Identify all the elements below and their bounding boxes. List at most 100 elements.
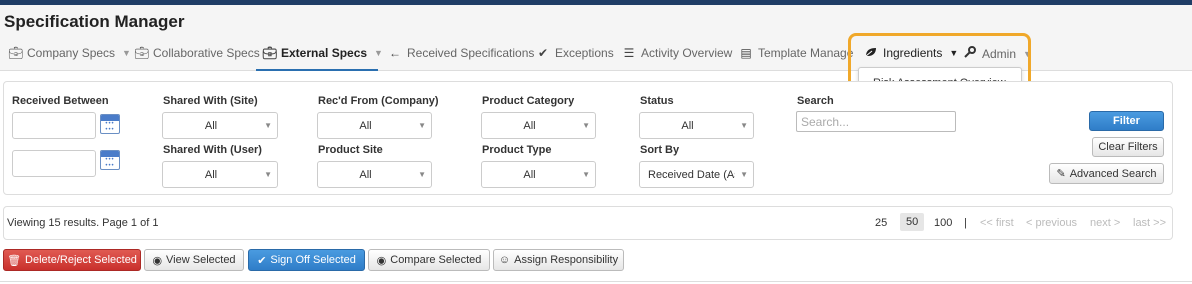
button-label: Assign Responsibility bbox=[514, 254, 619, 266]
eye-icon: ◉ bbox=[376, 254, 387, 267]
calendar-icon[interactable]: ••• ••• bbox=[100, 114, 120, 134]
results-bar: Viewing 15 results. Page 1 of 1 25 50 10… bbox=[3, 206, 1173, 240]
nav-company-specs[interactable]: 💼︎ Company Specs ▼ bbox=[8, 46, 131, 60]
caret-down-icon: ▼ bbox=[949, 48, 959, 58]
button-label: Filter bbox=[1113, 115, 1140, 127]
select-value: Received Date (Asc bbox=[648, 169, 735, 181]
sort-by-label: Sort By bbox=[640, 144, 680, 156]
page-size-100[interactable]: 100 bbox=[934, 217, 952, 229]
nav-label: Activity Overview bbox=[641, 46, 733, 60]
product-category-select[interactable]: All ▼ bbox=[481, 112, 596, 139]
received-to-date-input[interactable] bbox=[12, 150, 96, 177]
nav-label: Collaborative Specs bbox=[153, 46, 260, 60]
delete-reject-selected-button[interactable]: 🗑︎ Delete/Reject Selected bbox=[3, 249, 141, 271]
wrench-icon bbox=[963, 46, 977, 61]
search-input[interactable] bbox=[796, 111, 956, 132]
chevron-down-icon: ▼ bbox=[418, 121, 426, 130]
results-summary: Viewing 15 results. Page 1 of 1 bbox=[7, 217, 159, 229]
nav-activity-overview[interactable]: ☰ Activity Overview bbox=[622, 46, 733, 60]
select-value: All bbox=[681, 120, 694, 132]
chevron-down-icon: ▼ bbox=[740, 121, 748, 130]
active-tab-indicator bbox=[256, 69, 378, 71]
chevron-down-icon: ▼ bbox=[264, 121, 272, 130]
previous-page-link[interactable]: < previous bbox=[1026, 217, 1077, 229]
leaf-icon bbox=[864, 46, 878, 60]
nav-label: Company Specs bbox=[27, 46, 116, 60]
filter-button[interactable]: Filter bbox=[1089, 111, 1164, 131]
nav-admin[interactable]: Admin ▼ bbox=[963, 46, 1032, 61]
product-type-select[interactable]: All ▼ bbox=[481, 161, 596, 188]
pager-separator: | bbox=[964, 217, 967, 229]
nav-received-specifications[interactable]: ← Received Specifications bbox=[388, 46, 534, 60]
select-value: All bbox=[204, 169, 218, 181]
status-select[interactable]: All ▼ bbox=[639, 112, 754, 139]
chevron-down-icon: ▼ bbox=[264, 170, 272, 179]
check-icon: ✔ bbox=[257, 254, 267, 267]
select-value: All bbox=[204, 120, 218, 132]
product-category-label: Product Category bbox=[482, 95, 575, 107]
main-nav: 💼︎ Company Specs ▼ 💼︎ Collaborative Spec… bbox=[0, 35, 1192, 71]
user-icon: ☺ bbox=[498, 254, 511, 266]
page-size-25[interactable]: 25 bbox=[875, 217, 887, 229]
eye-icon: ◉ bbox=[152, 254, 163, 267]
shared-user-label: Shared With (User) bbox=[163, 144, 262, 156]
nav-ingredients[interactable]: Ingredients ▼ bbox=[864, 46, 958, 60]
shared-site-label: Shared With (Site) bbox=[163, 95, 258, 107]
received-from-date-input[interactable] bbox=[12, 112, 96, 139]
arrow-left-icon: ← bbox=[389, 46, 401, 60]
chevron-down-icon: ▼ bbox=[740, 170, 748, 179]
briefcase-icon: 💼︎ bbox=[262, 46, 278, 60]
sort-by-select[interactable]: Received Date (Asc ▼ bbox=[639, 161, 754, 188]
search-label: Search bbox=[797, 95, 834, 107]
button-label: View Selected bbox=[166, 254, 236, 266]
first-page-link[interactable]: << first bbox=[980, 217, 1014, 229]
advanced-search-button[interactable]: ✎ Advanced Search bbox=[1049, 163, 1164, 184]
recd-from-select[interactable]: All ▼ bbox=[317, 112, 432, 139]
list-icon: ☰ bbox=[623, 46, 635, 60]
assign-responsibility-button[interactable]: ☺ Assign Responsibility bbox=[493, 249, 624, 271]
check-circle-icon: ✔ bbox=[537, 46, 549, 60]
caret-down-icon: ▼ bbox=[1023, 48, 1032, 59]
button-label: Delete/Reject Selected bbox=[25, 254, 137, 266]
button-label: Sign Off Selected bbox=[270, 254, 356, 266]
sign-off-selected-button[interactable]: ✔ Sign Off Selected bbox=[248, 249, 365, 271]
clear-filters-button[interactable]: Clear Filters bbox=[1092, 137, 1164, 157]
next-page-link[interactable]: next > bbox=[1090, 217, 1120, 229]
button-label: Advanced Search bbox=[1069, 167, 1157, 180]
chevron-down-icon: ▼ bbox=[418, 170, 426, 179]
shared-site-select[interactable]: All ▼ bbox=[162, 112, 278, 139]
calendar-icon[interactable]: ••• ••• bbox=[100, 150, 120, 170]
last-page-link[interactable]: last >> bbox=[1133, 217, 1166, 229]
nav-template-manager[interactable]: ▤ Template Manage bbox=[739, 46, 853, 60]
nav-label: Ingredients bbox=[883, 46, 943, 60]
briefcase-icon: 💼︎ bbox=[8, 46, 24, 60]
select-value: All bbox=[523, 169, 536, 181]
product-type-label: Product Type bbox=[482, 144, 552, 156]
button-label: Compare Selected bbox=[390, 254, 482, 266]
page-size-50[interactable]: 50 bbox=[900, 213, 925, 231]
chevron-down-icon: ▼ bbox=[582, 121, 590, 130]
caret-down-icon: ▼ bbox=[122, 48, 131, 58]
nav-external-specs[interactable]: 💼︎ External Specs ▼ bbox=[262, 46, 383, 60]
app-header: Specification Manager bbox=[0, 5, 1192, 35]
select-value: All bbox=[523, 120, 536, 132]
view-selected-button[interactable]: ◉ View Selected bbox=[144, 249, 244, 271]
nav-label: Admin bbox=[982, 46, 1017, 61]
nav-label: Received Specifications bbox=[407, 46, 535, 60]
received-between-label: Received Between bbox=[12, 95, 109, 107]
nav-collaborative-specs[interactable]: 💼︎ Collaborative Specs bbox=[134, 46, 260, 60]
status-label: Status bbox=[640, 95, 674, 107]
compare-selected-button[interactable]: ◉ Compare Selected bbox=[368, 249, 490, 271]
chevron-down-icon: ▼ bbox=[582, 170, 590, 179]
nav-label: External Specs bbox=[281, 46, 368, 60]
caret-down-icon: ▼ bbox=[374, 48, 383, 58]
product-site-select[interactable]: All ▼ bbox=[317, 161, 432, 188]
filter-panel: Received Between ••• ••• ••• ••• Shared Wi… bbox=[3, 81, 1173, 195]
nav-label: Exceptions bbox=[555, 46, 614, 60]
select-value: All bbox=[359, 169, 372, 181]
shared-user-select[interactable]: All ▼ bbox=[162, 161, 278, 188]
nav-exceptions[interactable]: ✔ Exceptions bbox=[536, 46, 614, 60]
recd-from-label: Rec'd From (Company) bbox=[318, 95, 439, 107]
table-icon: ▤ bbox=[740, 46, 752, 60]
select-value: All bbox=[359, 120, 372, 132]
